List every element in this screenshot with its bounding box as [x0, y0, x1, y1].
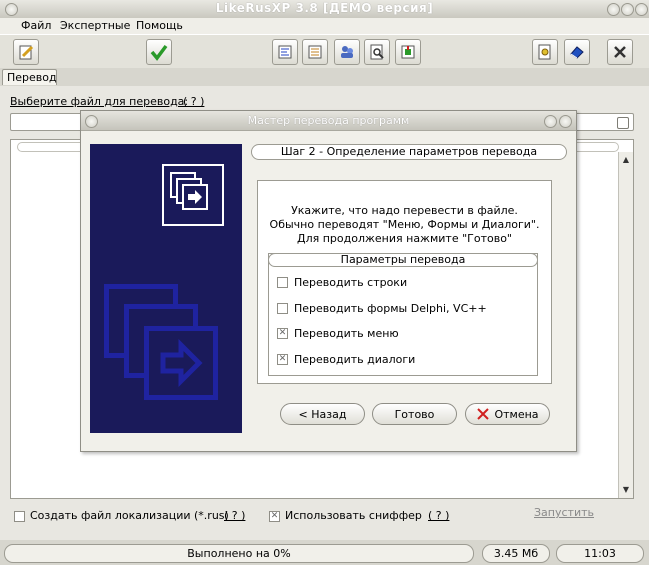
vertical-scrollbar[interactable]: ▲ ▼: [618, 152, 633, 498]
option-forms[interactable]: Переводить формы Delphi, VC++: [277, 302, 487, 315]
instruction-line-3: Для продолжения нажмите "Готово": [296, 232, 512, 245]
maximize-button[interactable]: [621, 3, 634, 16]
export-button[interactable]: [395, 39, 421, 65]
back-button[interactable]: < Назад: [280, 403, 365, 425]
menu-file[interactable]: Файл: [21, 19, 51, 32]
dialog-help-button[interactable]: [544, 115, 557, 128]
option-menu[interactable]: ✕ Переводить меню: [277, 327, 399, 340]
cancel-x-icon: [477, 408, 490, 420]
instruction-line-1: Укажите, что надо перевести в файле.: [291, 204, 518, 217]
wizard-step-header: Шаг 2 - Определение параметров перевода: [251, 144, 567, 160]
minimize-button[interactable]: [607, 3, 620, 16]
instruction-line-2: Обычно переводят "Меню, Формы и Диалоги"…: [269, 218, 540, 231]
dialog-title: Мастер перевода программ: [247, 114, 410, 127]
dialog-title-bar: Мастер перевода программ: [81, 111, 576, 131]
create-localization-label: Создать файл локализации (*.rus): [30, 509, 229, 522]
wizard-banner: [90, 144, 242, 433]
option-forms-checkbox[interactable]: [277, 303, 288, 314]
align-list-button[interactable]: [302, 39, 328, 65]
search-document-button[interactable]: [364, 39, 390, 65]
status-size: 3.45 Мб: [482, 544, 550, 563]
create-localization-checkbox[interactable]: [14, 511, 25, 522]
status-time: 11:03: [556, 544, 644, 563]
users-button[interactable]: [334, 39, 360, 65]
window-menu-button[interactable]: [5, 3, 18, 16]
params-group-title: Параметры перевода: [268, 253, 538, 267]
align-left-icon: [278, 45, 292, 59]
option-forms-label: Переводить формы Delphi, VC++: [294, 302, 487, 315]
align-left-button[interactable]: [272, 39, 298, 65]
use-sniffer-label: Использовать сниффер: [285, 509, 422, 522]
menu-help[interactable]: Помощь: [136, 19, 183, 32]
exit-button[interactable]: [607, 39, 633, 65]
translation-params-group: Параметры перевода Переводить строки Пер…: [268, 253, 538, 376]
wizard-logo-icon: [162, 164, 224, 226]
use-sniffer-checkbox[interactable]: ✕: [269, 511, 280, 522]
window-title: LikeRusXP 3.8 [ДЕМО версия]: [215, 1, 434, 15]
apply-button[interactable]: [146, 39, 172, 65]
run-link[interactable]: Запустить: [534, 506, 594, 519]
cancel-button-label: Отмена: [494, 407, 539, 421]
option-dialogs-label: Переводить диалоги: [294, 353, 416, 366]
translation-wizard-dialog: Мастер перевода программ Шаг 2 - Определ…: [80, 110, 577, 452]
edit-button[interactable]: [13, 39, 39, 65]
cancel-button[interactable]: Отмена: [465, 403, 550, 425]
scroll-down-arrow-icon[interactable]: ▼: [620, 484, 632, 496]
search-doc-icon: [370, 44, 384, 60]
properties-icon: [538, 44, 551, 60]
menu-bar: Файл Экспертные Помощь: [0, 18, 649, 34]
properties-button[interactable]: [532, 39, 558, 65]
select-file-label: Выберите файл для перевода:: [10, 95, 189, 108]
option-strings-checkbox[interactable]: [277, 277, 288, 288]
banner-arrow-icon: [160, 338, 203, 388]
dialog-close-button[interactable]: [559, 115, 572, 128]
close-icon: [614, 46, 626, 58]
tab-translation[interactable]: Перевод: [2, 69, 57, 85]
banner-frame-front: [144, 326, 218, 400]
status-progress: Выполнено на 0%: [4, 544, 474, 563]
eraser-icon: [570, 46, 584, 59]
toolbar: [0, 34, 649, 70]
option-dialogs[interactable]: ✕ Переводить диалоги: [277, 353, 415, 366]
eraser-button[interactable]: [564, 39, 590, 65]
option-strings-label: Переводить строки: [294, 276, 408, 289]
option-dialogs-checkbox[interactable]: ✕: [277, 354, 288, 365]
logo-arrow-icon: [188, 190, 202, 204]
edit-icon: [19, 45, 34, 60]
tab-strip: Перевод: [0, 68, 649, 87]
status-bar: Выполнено на 0% 3.45 Мб 11:03: [0, 540, 649, 565]
export-icon: [401, 45, 415, 59]
option-menu-checkbox[interactable]: ✕: [277, 328, 288, 339]
window-title-bar: LikeRusXP 3.8 [ДЕМО версия]: [0, 0, 649, 19]
check-icon: [150, 44, 168, 61]
select-file-help-link[interactable]: ( ? ): [183, 95, 204, 108]
wizard-step-panel: Укажите, что надо перевести в файле. Обы…: [257, 180, 552, 384]
option-menu-label: Переводить меню: [294, 327, 399, 340]
menu-expert[interactable]: Экспертные: [60, 19, 130, 32]
scroll-up-arrow-icon[interactable]: ▲: [620, 154, 632, 166]
align-list-icon: [308, 45, 322, 59]
option-strings[interactable]: Переводить строки: [277, 276, 407, 289]
logo-frame-3: [182, 184, 208, 210]
close-window-button[interactable]: [635, 3, 648, 16]
users-icon: [341, 46, 353, 58]
finish-button[interactable]: Готово: [372, 403, 457, 425]
create-localization-help-link[interactable]: ( ? ): [224, 509, 245, 522]
use-sniffer-help-link[interactable]: ( ? ): [428, 509, 449, 522]
browse-button[interactable]: [617, 117, 629, 129]
